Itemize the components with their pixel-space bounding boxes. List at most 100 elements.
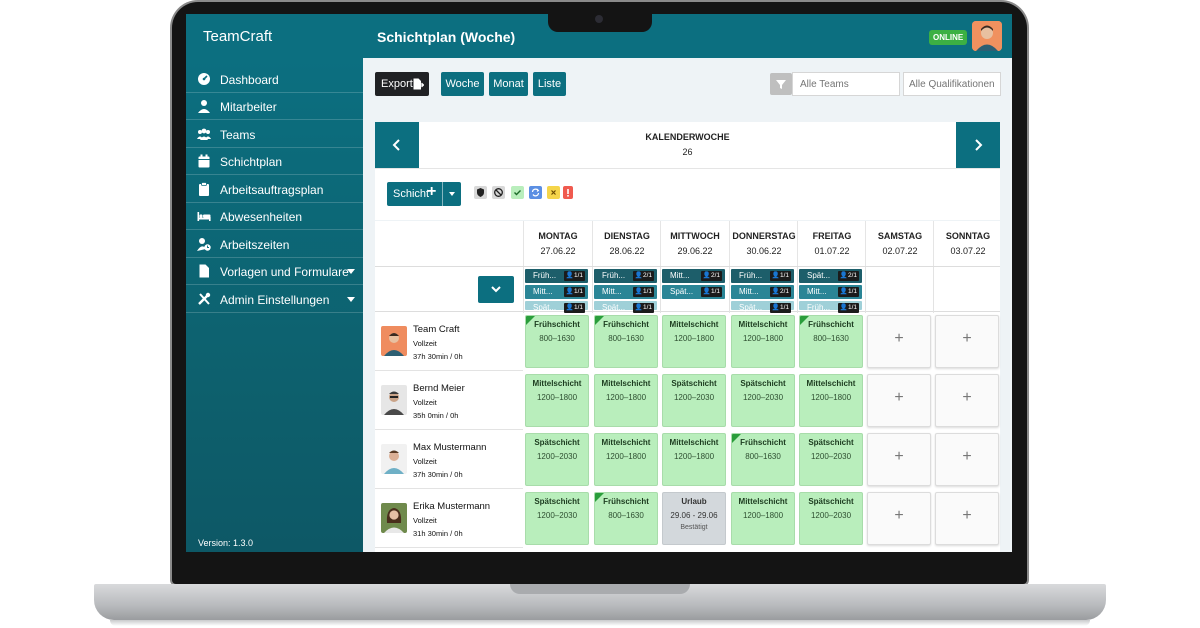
- shift-cell[interactable]: Mittelschicht 1200–1800: [799, 374, 863, 427]
- export-button[interactable]: Export: [375, 72, 429, 96]
- sidebar-item-abwesenheiten[interactable]: Abwesenheiten: [186, 203, 363, 230]
- shift-cell[interactable]: Mittelschicht 1200–1800: [525, 374, 589, 427]
- next-week-button[interactable]: [956, 122, 1000, 168]
- day-date: 02.07.22: [882, 246, 918, 256]
- add-shift-cell[interactable]: +: [935, 492, 999, 545]
- view-list-button[interactable]: Liste: [533, 72, 566, 96]
- shield-filter-button[interactable]: [474, 186, 487, 199]
- approved-filter-button[interactable]: [511, 186, 524, 199]
- shift-summary-chip[interactable]: Spät... 👤1/1: [731, 301, 794, 313]
- shift-cell[interactable]: Spätschicht 1200–2030: [662, 374, 726, 427]
- shift-cell[interactable]: Mittelschicht 1200–1800: [731, 492, 795, 545]
- shift-cell[interactable]: Spätschicht 1200–2030: [525, 433, 589, 486]
- add-shift-cell[interactable]: +: [935, 433, 999, 486]
- shift-cell[interactable]: Mittelschicht 1200–1800: [594, 433, 658, 486]
- shift-summary-chip[interactable]: Früh... 👤1/1: [799, 301, 862, 313]
- add-shift-button[interactable]: Schicht +: [387, 182, 461, 206]
- shift-cell[interactable]: Frühschicht 800–1630: [594, 492, 658, 545]
- shift-summary-chip[interactable]: Spät... 👤2/1: [799, 269, 862, 283]
- shift-summary-chip[interactable]: Mitt... 👤2/1: [662, 269, 725, 283]
- sidebar-item-label: Admin Einstellungen: [220, 293, 330, 307]
- user-avatar[interactable]: [972, 21, 1002, 51]
- avatar: [381, 385, 407, 415]
- shift-summary-chip[interactable]: Mitt... 👤1/1: [594, 285, 657, 299]
- shift-cell[interactable]: Frühschicht 800–1630: [731, 433, 795, 486]
- shift-cell[interactable]: Frühschicht 800–1630: [525, 315, 589, 368]
- employee-row[interactable]: Erika Mustermann Vollzeit 31h 30min / 0h: [375, 489, 523, 548]
- previous-week-button[interactable]: [375, 122, 419, 168]
- add-shift-cell[interactable]: +: [867, 315, 931, 368]
- collapse-summary-button[interactable]: [478, 276, 514, 303]
- sidebar-item-teams[interactable]: Teams: [186, 121, 363, 148]
- shift-summary-label: Mitt...: [739, 287, 759, 296]
- shift-title: Spätschicht: [671, 379, 717, 388]
- shift-cell[interactable]: Frühschicht 800–1630: [799, 315, 863, 368]
- employee-row[interactable]: Bernd Meier Vollzeit 35h 0min / 0h: [375, 371, 523, 430]
- shift-summary-chip[interactable]: Spät... 👤1/1: [594, 301, 657, 313]
- sidebar-item-arbeitsauftragsplan[interactable]: Arbeitsauftragsplan: [186, 176, 363, 203]
- add-shift-cell[interactable]: +: [935, 374, 999, 427]
- employee-row[interactable]: Team Craft Vollzeit 37h 30min / 0h: [375, 312, 523, 371]
- shift-cell[interactable]: Frühschicht 800–1630: [594, 315, 658, 368]
- sidebar-item-vorlagen[interactable]: Vorlagen und Formulare: [186, 258, 363, 285]
- shift-cell[interactable]: Mittelschicht 1200–1800: [662, 315, 726, 368]
- shift-cell[interactable]: Spätschicht 1200–2030: [525, 492, 589, 545]
- day-name: DONNERSTAG: [732, 231, 796, 241]
- sidebar-item-arbeitszeiten[interactable]: Arbeitszeiten: [186, 231, 363, 258]
- shift-summary-chip[interactable]: Mitt... 👤2/1: [731, 285, 794, 299]
- shift-cell[interactable]: Spätschicht 1200–2030: [799, 433, 863, 486]
- shift-summary-chip[interactable]: Früh... 👤1/1: [525, 269, 588, 283]
- shift-summary-chip[interactable]: Mitt... 👤1/1: [799, 285, 862, 299]
- sidebar-item-dashboard[interactable]: Dashboard: [186, 66, 363, 93]
- add-shift-cell[interactable]: +: [867, 374, 931, 427]
- sidebar-item-schichtplan[interactable]: Schichtplan: [186, 148, 363, 175]
- chevron-right-icon: [975, 139, 983, 151]
- shift-title: Mittelschicht: [738, 497, 788, 506]
- sidebar-item-mitarbeiter[interactable]: Mitarbeiter: [186, 93, 363, 120]
- employee-row[interactable]: Max Mustermann Vollzeit 37h 30min / 0h: [375, 430, 523, 489]
- add-shift-cell[interactable]: +: [867, 492, 931, 545]
- shift-summary-label: Mitt...: [602, 287, 622, 296]
- day-name: FREITAG: [812, 231, 852, 241]
- rejected-filter-button[interactable]: [547, 186, 560, 199]
- shift-cell[interactable]: Mittelschicht 1200–1800: [731, 315, 795, 368]
- swap-filter-button[interactable]: [529, 186, 542, 199]
- teams-filter-input[interactable]: [792, 72, 900, 96]
- shift-summary-chip[interactable]: Früh... 👤2/1: [594, 269, 657, 283]
- view-week-button[interactable]: Woche: [441, 72, 484, 96]
- shift-cell[interactable]: Spätschicht 1200–2030: [731, 374, 795, 427]
- day-header: SAMSTAG 02.07.22: [865, 221, 933, 266]
- shift-title: Spätschicht: [534, 497, 580, 506]
- shift-cell[interactable]: Spätschicht 1200–2030: [799, 492, 863, 545]
- shift-summary-chip[interactable]: Spät... 👤1/1: [662, 285, 725, 299]
- shift-summary-chip[interactable]: Früh... 👤1/1: [731, 269, 794, 283]
- shift-title: Spätschicht: [808, 497, 854, 506]
- absence-status: Bestätigt: [680, 524, 708, 531]
- main-content: Export Woche Monat Liste KALENDERWOCHE 2…: [363, 58, 1012, 552]
- avatar: [381, 326, 407, 356]
- plus-icon: +: [894, 448, 904, 465]
- brand-logo[interactable]: TeamCraft: [203, 28, 272, 45]
- shift-summary-count: 👤1/1: [769, 303, 791, 313]
- sidebar-item-label: Arbeitszeiten: [220, 238, 290, 252]
- conflict-filter-button[interactable]: [563, 186, 573, 199]
- sidebar-item-admin[interactable]: Admin Einstellungen: [186, 286, 363, 313]
- employee-hours: 37h 30min / 0h: [413, 470, 463, 479]
- qualifications-filter-input[interactable]: [903, 72, 1001, 96]
- shift-summary-chip[interactable]: Mitt... 👤1/1: [525, 285, 588, 299]
- block-filter-button[interactable]: [492, 186, 505, 199]
- shift-title: Mittelschicht: [738, 320, 788, 329]
- chevron-down-icon[interactable]: [449, 192, 455, 196]
- absence-cell[interactable]: Urlaub 29.06 - 29.06 Bestätigt: [662, 492, 726, 545]
- user-icon: [198, 100, 210, 113]
- shift-cell[interactable]: Mittelschicht 1200–1800: [594, 374, 658, 427]
- shift-cell[interactable]: Mittelschicht 1200–1800: [662, 433, 726, 486]
- add-shift-cell[interactable]: +: [867, 433, 931, 486]
- plus-icon: +: [894, 389, 904, 406]
- app-screen: TeamCraft Schichtplan (Woche) ONLINE Das…: [186, 14, 1012, 552]
- view-month-button[interactable]: Monat: [489, 72, 528, 96]
- add-shift-cell[interactable]: +: [935, 315, 999, 368]
- filter-button[interactable]: [770, 73, 792, 95]
- shift-time: 800–1630: [813, 334, 849, 343]
- shift-summary-chip[interactable]: Spät... 👤1/1: [525, 301, 588, 313]
